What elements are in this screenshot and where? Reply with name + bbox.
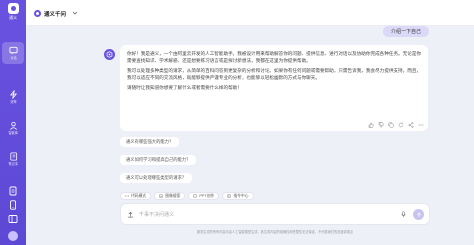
- slides-icon: [193, 194, 198, 198]
- assistant-logo-icon: [34, 10, 41, 17]
- sidebar-item-notebook[interactable]: 笔记本: [2, 148, 24, 170]
- microphone-icon[interactable]: [400, 211, 407, 218]
- thumbs-down-icon[interactable]: [378, 122, 384, 128]
- image-search-button[interactable]: 图像搜索: [154, 192, 186, 200]
- message-actions: [368, 122, 424, 128]
- document-icon[interactable]: [8, 186, 18, 196]
- image-icon: [159, 194, 163, 198]
- upload-icon[interactable]: [127, 211, 134, 218]
- sidebar: 通义 对话 效率 智能体 笔记本: [0, 0, 26, 245]
- app-logo[interactable]: 通义: [4, 3, 22, 21]
- sidebar-item-label: 笔记本: [8, 161, 18, 166]
- regenerate-icon[interactable]: [398, 122, 404, 128]
- user-avatar[interactable]: [8, 231, 18, 241]
- suggested-question[interactable]: 通义如何学习和提高自己的能力？: [120, 155, 197, 165]
- app-name: 通义: [9, 15, 17, 20]
- chip-label: 指令中心: [233, 193, 249, 198]
- conversation-title[interactable]: 通义千问: [44, 10, 66, 18]
- sidebar-item-label: 智能体: [8, 130, 18, 135]
- top-bar: 通义千问: [26, 0, 474, 26]
- user-message: 介绍一下自己: [383, 26, 429, 37]
- sidebar-item-label: 效率: [9, 99, 17, 104]
- chevron-down-icon[interactable]: [72, 10, 78, 16]
- tool-chips: 代码模式 图像搜索 PPT创作 指令中心: [120, 192, 254, 200]
- collapse-sidebar-icon[interactable]: [8, 214, 18, 224]
- code-mode-button[interactable]: 代码模式: [120, 192, 152, 200]
- ppt-creation-button[interactable]: PPT创作: [188, 192, 220, 200]
- notebook-icon: [9, 151, 17, 161]
- command-center-button[interactable]: 指令中心: [222, 192, 254, 200]
- logo-icon: [7, 3, 19, 14]
- sidebar-item-chat[interactable]: 对话: [2, 42, 24, 64]
- chip-label: 代码模式: [131, 193, 147, 198]
- assistant-paragraph: 请随时让我知道你想要了解什么或者需要什么样的帮助！: [127, 84, 242, 90]
- chat-input[interactable]: [139, 209, 389, 221]
- assistant-avatar: [104, 49, 115, 60]
- assistant-paragraph: 我可以处理多种类型的请求，从简单的百科问答到更复杂的分析和讨论。如果你有任何问题…: [127, 67, 422, 80]
- chat-input-box: [120, 203, 430, 225]
- code-icon: [125, 194, 129, 198]
- send-icon: [416, 212, 421, 217]
- share-icon[interactable]: [408, 122, 414, 128]
- sidebar-item-agent[interactable]: 智能体: [2, 117, 24, 139]
- phone-icon[interactable]: [8, 200, 18, 210]
- sidebar-item-label: 对话: [9, 55, 17, 60]
- assistant-message: 你好！我是通义，一个由阿里云开发的人工智能助手。我被设计用来帮助解答你的问题、提…: [120, 45, 428, 131]
- agent-icon: [9, 121, 17, 130]
- suggested-question[interactable]: 通义可以处理哪些类型的请求？: [120, 173, 193, 183]
- assistant-logo-icon: [106, 51, 113, 58]
- disclaimer: 服务生成的所有内容均由人工智能模型生成，其生成内容的准确性和完整性无法保证，不代…: [196, 230, 354, 234]
- chip-label: PPT创作: [199, 193, 215, 198]
- assistant-paragraph: 你好！我是通义，一个由阿里云开发的人工智能助手。我被设计用来帮助解答你的问题、提…: [127, 51, 422, 64]
- chip-label: 图像搜索: [165, 193, 181, 198]
- sidebar-item-efficiency[interactable]: 效率: [2, 86, 24, 108]
- command-icon: [227, 194, 232, 198]
- copy-icon[interactable]: [388, 122, 394, 128]
- send-button[interactable]: [413, 209, 424, 220]
- lightning-icon: [9, 89, 17, 99]
- thumbs-up-icon[interactable]: [368, 122, 374, 128]
- suggested-question[interactable]: 通义有哪些强大的能力？: [120, 137, 180, 147]
- more-icon[interactable]: [418, 122, 424, 128]
- chat-icon: [8, 46, 18, 54]
